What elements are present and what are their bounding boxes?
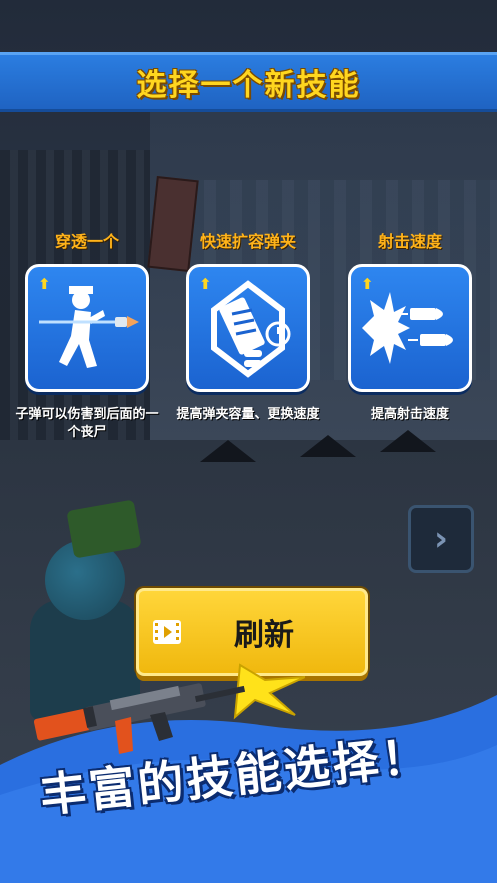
chevron-right-icon: › <box>433 519 448 559</box>
title-banner: 选择一个新技能 <box>0 52 497 112</box>
skill-card[interactable]: ⬆ <box>186 264 310 392</box>
refresh-label: 刷新 <box>234 618 294 653</box>
skill-name: 穿透一个 <box>54 232 119 251</box>
barrier-shape <box>380 430 436 452</box>
skill-card[interactable]: ⬆ <box>348 264 472 392</box>
skill-description: 提高射击速度 <box>370 407 449 422</box>
skill-name: 射击速度 <box>377 232 442 251</box>
skill-option-pierce[interactable]: 穿透一个 ⬆ 子弹可以伤害到后面的一个丧尸 <box>12 230 162 442</box>
fire-rate-icon <box>362 292 453 364</box>
piercing-bullet-icon <box>39 286 139 368</box>
skill-option-fire-rate[interactable]: 射击速度 ⬆ 提高射击速度 <box>335 230 485 424</box>
skill-description: 子弹可以伤害到后面的一个丧尸 <box>15 407 159 440</box>
next-arrow-button[interactable]: › <box>408 505 474 573</box>
skill-option-magazine[interactable]: 快速扩容弹夹 ⬆ 提高弹夹容量、更换速度 <box>173 230 323 424</box>
magazine-expand-icon <box>211 280 291 378</box>
skill-card[interactable]: ⬆ <box>25 264 149 392</box>
video-ad-icon <box>153 620 181 644</box>
page-title: 选择一个新技能 <box>136 68 361 103</box>
skill-description: 提高弹夹容量、更换速度 <box>176 407 320 422</box>
barrier-shape <box>200 440 256 462</box>
skill-name: 快速扩容弹夹 <box>199 232 296 251</box>
barrier-shape <box>300 435 356 457</box>
